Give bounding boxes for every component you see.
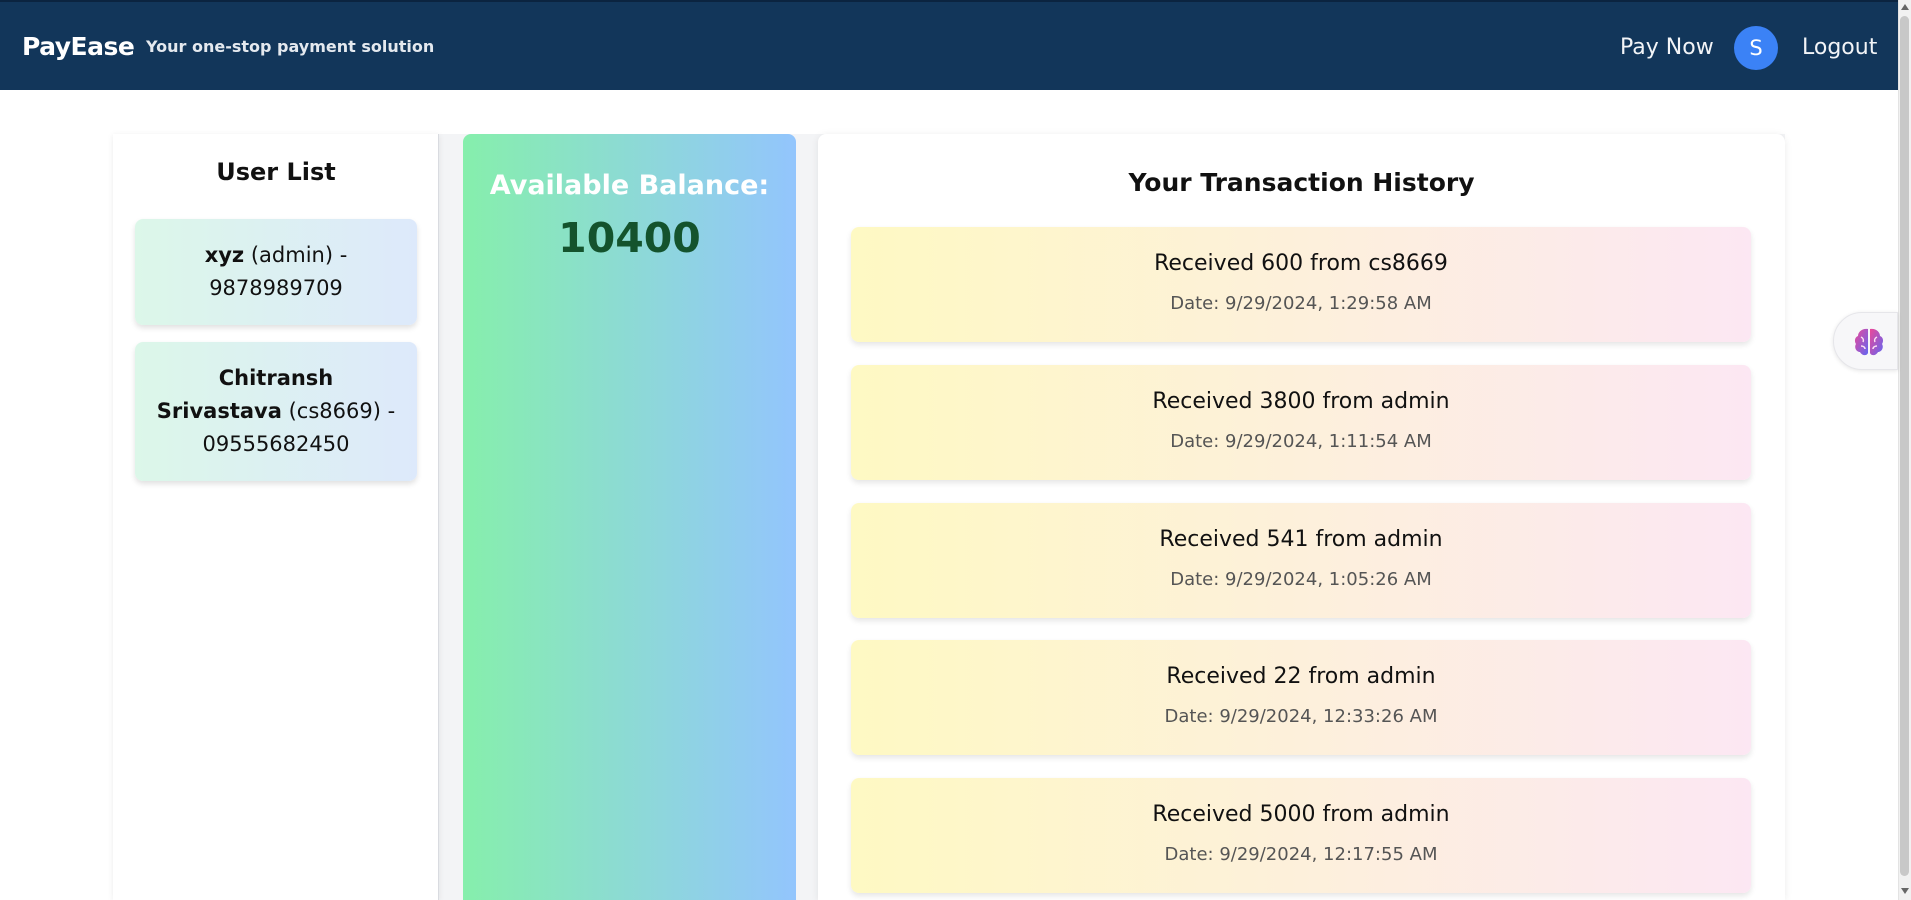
transaction-date: Date: 9/29/2024, 1:05:26 AM	[1170, 569, 1432, 590]
user-list-panel: User List xyz (admin) - 9878989709 Chitr…	[113, 134, 439, 900]
scroll-up-arrow-icon[interactable]	[1901, 4, 1909, 10]
payease-page: PayEase Your one-stop payment solution P…	[0, 0, 1911, 900]
transaction-text: Received 3800 from admin	[1152, 389, 1450, 414]
transaction-text: Received 22 from admin	[1166, 664, 1436, 689]
balance-amount: 10400	[558, 214, 701, 262]
transaction-text: Received 541 from admin	[1159, 527, 1443, 552]
brain-icon	[1854, 328, 1884, 356]
transaction-date: Date: 9/29/2024, 1:11:54 AM	[1170, 431, 1432, 452]
scroll-down-arrow-icon[interactable]	[1901, 888, 1909, 894]
pay-now-link[interactable]: Pay Now	[1620, 35, 1714, 60]
user-card[interactable]: Chitransh Srivastava (cs8669) - 09555682…	[135, 342, 417, 481]
balance-label: Available Balance:	[489, 170, 770, 201]
floating-assistant-button[interactable]	[1833, 312, 1898, 370]
transaction-text: Received 600 from cs8669	[1154, 251, 1448, 276]
user-avatar[interactable]: S	[1734, 26, 1778, 70]
top-navbar: PayEase Your one-stop payment solution P…	[0, 0, 1898, 90]
transaction-card: Received 600 from cs8669 Date: 9/29/2024…	[851, 227, 1751, 342]
transaction-date: Date: 9/29/2024, 1:29:58 AM	[1170, 293, 1432, 314]
brand-tagline: Your one-stop payment solution	[146, 37, 435, 56]
transaction-date: Date: 9/29/2024, 12:33:26 AM	[1164, 706, 1438, 727]
user-username: (cs8669)	[288, 399, 381, 423]
brand-logo[interactable]: PayEase	[22, 32, 135, 61]
transaction-history-title: Your Transaction History	[1128, 168, 1475, 197]
transaction-history-panel: Your Transaction History Received 600 fr…	[818, 134, 1785, 900]
transaction-card: Received 541 from admin Date: 9/29/2024,…	[851, 503, 1751, 618]
user-list-title: User List	[216, 158, 336, 186]
user-username: (admin)	[250, 243, 334, 267]
transaction-card: Received 5000 from admin Date: 9/29/2024…	[851, 778, 1751, 893]
balance-panel: Available Balance: 10400	[463, 134, 796, 900]
transaction-date: Date: 9/29/2024, 12:17:55 AM	[1164, 844, 1438, 865]
user-card[interactable]: xyz (admin) - 9878989709	[135, 219, 417, 325]
transaction-text: Received 5000 from admin	[1152, 802, 1450, 827]
scrollbar-thumb[interactable]	[1900, 16, 1909, 876]
logout-link[interactable]: Logout	[1802, 35, 1877, 60]
transaction-card: Received 3800 from admin Date: 9/29/2024…	[851, 365, 1751, 480]
user-name: xyz	[204, 243, 245, 267]
transaction-card: Received 22 from admin Date: 9/29/2024, …	[851, 640, 1751, 755]
